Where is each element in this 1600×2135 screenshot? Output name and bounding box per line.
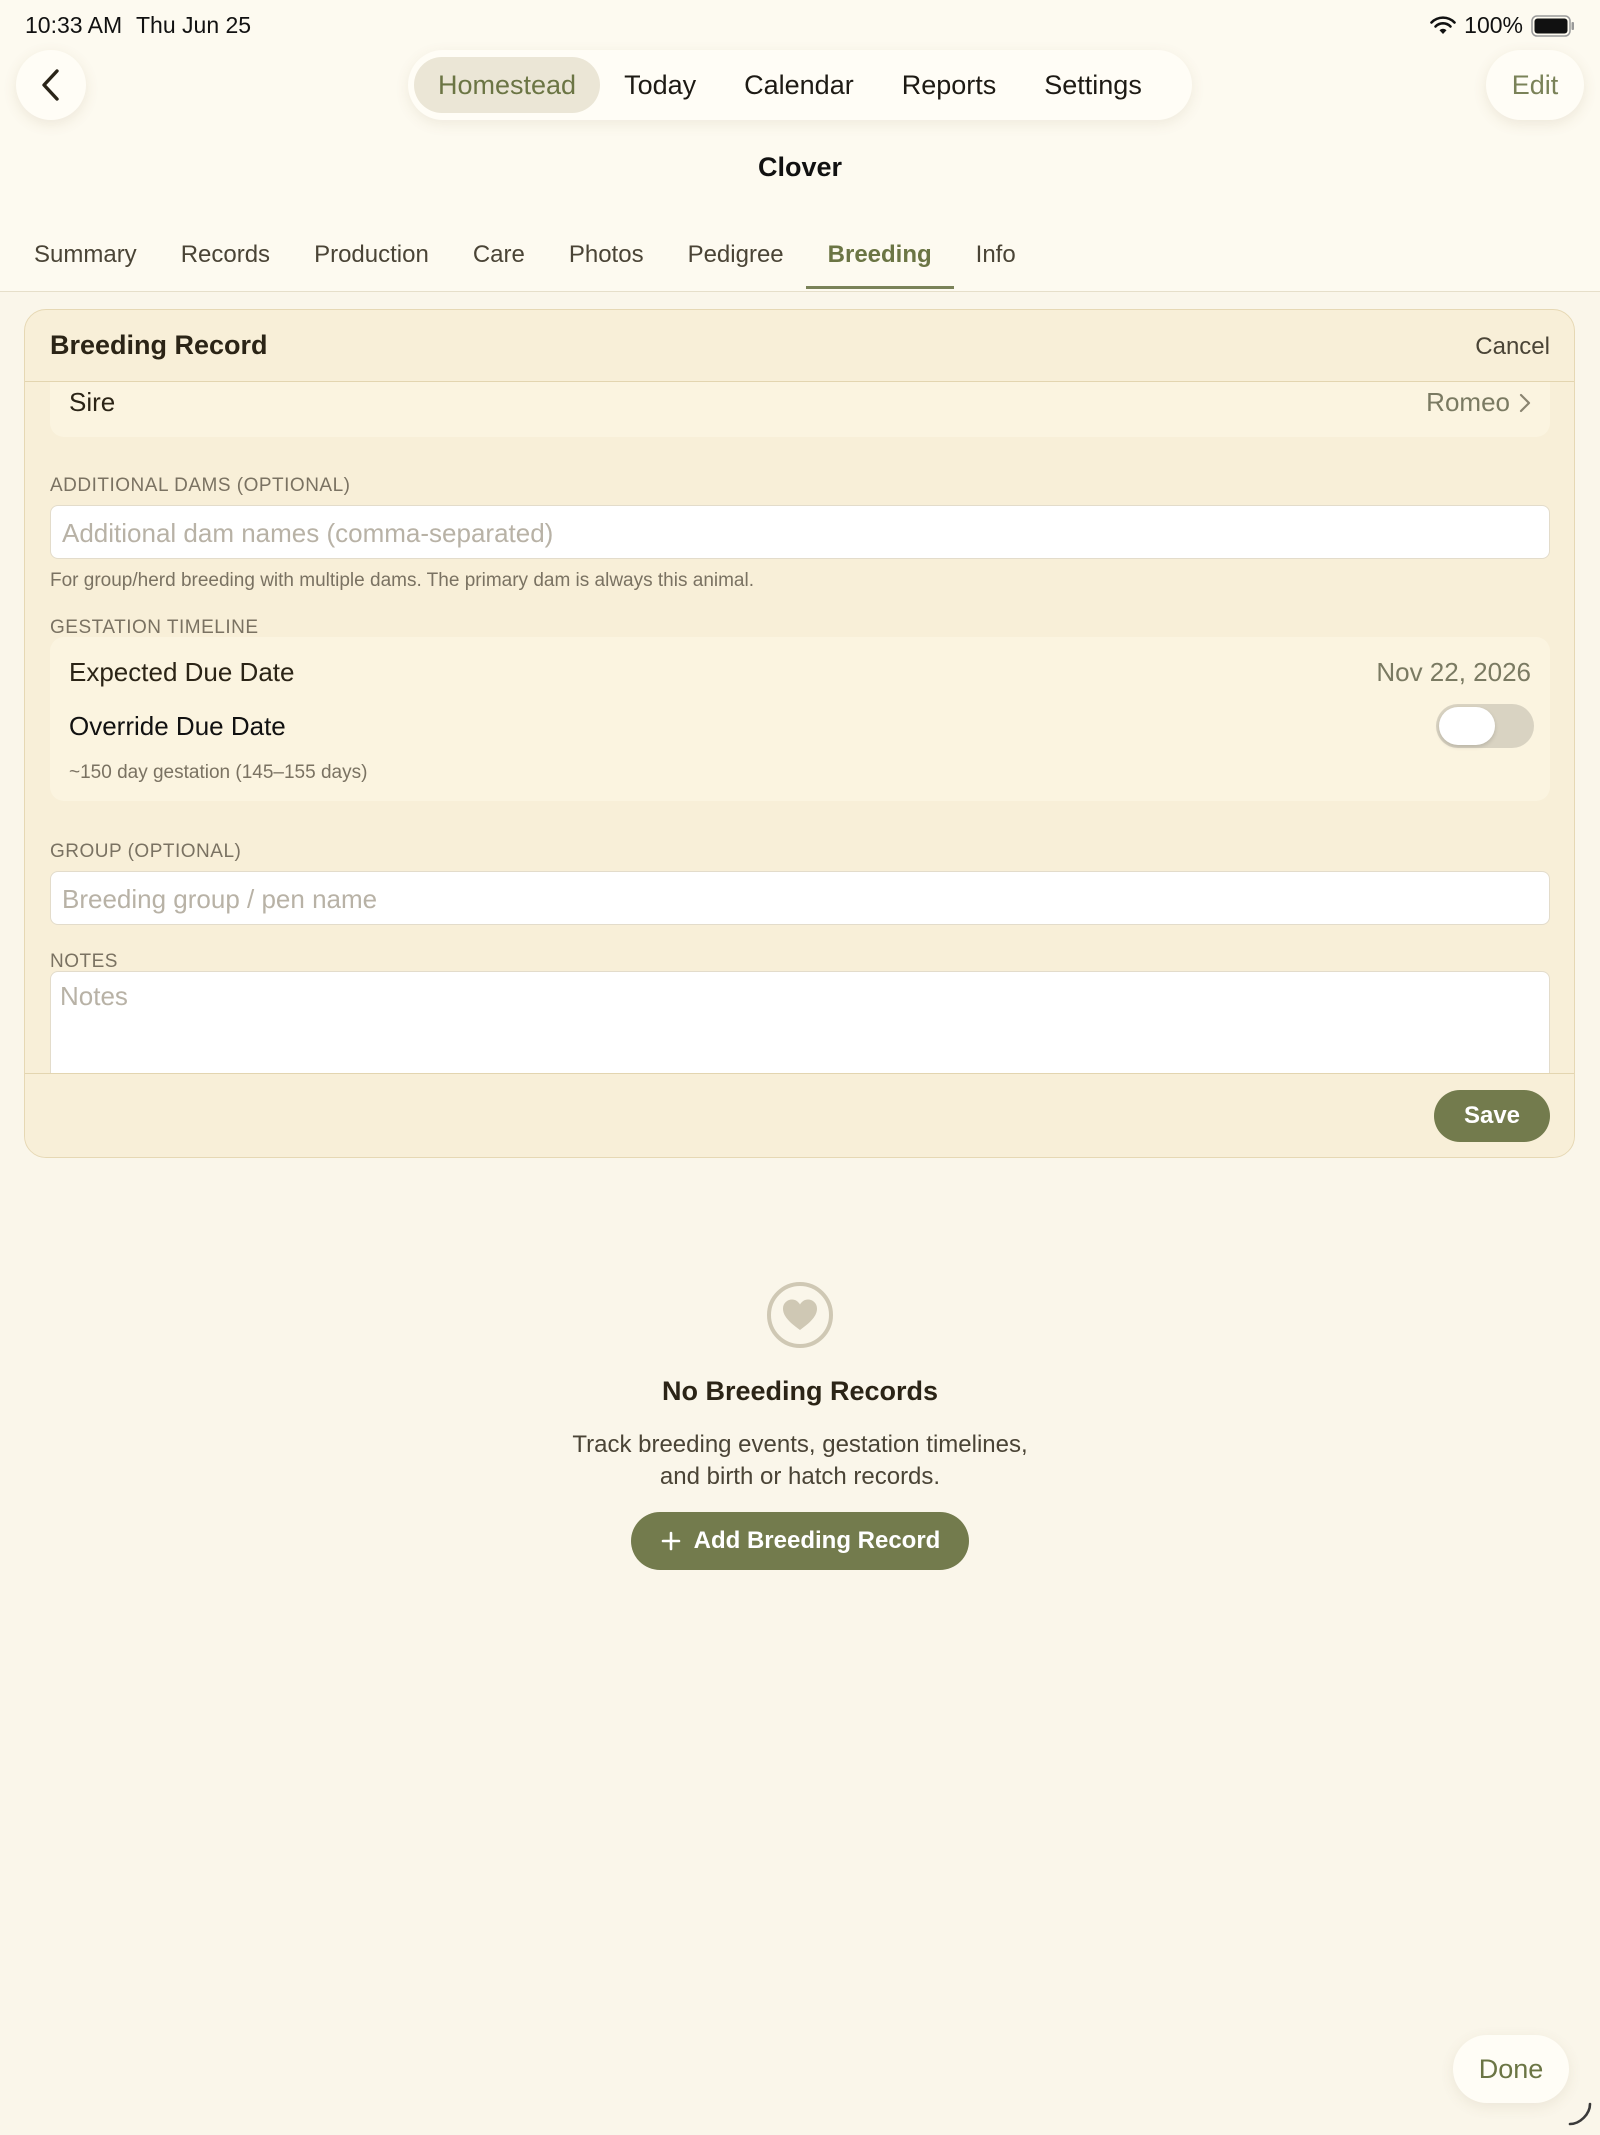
cancel-button[interactable]: Cancel — [1475, 333, 1550, 361]
chevron-left-icon — [42, 69, 59, 101]
edit-button[interactable]: Edit — [1486, 50, 1584, 120]
tab-care[interactable]: Care — [451, 236, 547, 292]
segment-homestead[interactable]: Homestead — [414, 57, 601, 113]
battery-percent: 100% — [1464, 12, 1523, 38]
additional-dams-helper: For group/herd breeding with multiple da… — [50, 570, 755, 591]
tab-pedigree[interactable]: Pedigree — [666, 236, 806, 292]
tab-photos[interactable]: Photos — [547, 236, 666, 292]
tab-production[interactable]: Production — [292, 236, 451, 292]
tab-summary[interactable]: Summary — [12, 236, 159, 292]
empty-state-desc-line1: Track breeding events, gestation timelin… — [572, 1431, 1028, 1458]
sire-row[interactable]: Sire Romeo — [50, 382, 1550, 437]
resize-handle-icon[interactable] — [1566, 2100, 1594, 2128]
toggle-knob — [1439, 707, 1495, 745]
empty-state-description: Track breeding events, gestation timelin… — [0, 1429, 1600, 1493]
tab-breeding[interactable]: Breeding — [805, 236, 954, 292]
segment-calendar[interactable]: Calendar — [720, 57, 878, 113]
gestation-helper: ~150 day gestation (145–155 days) — [69, 762, 368, 783]
empty-state-desc-line2: and birth or hatch records. — [659, 1463, 941, 1490]
gestation-timeline-label: GESTATION TIMELINE — [50, 617, 259, 638]
add-breeding-record-button[interactable]: Add Breeding Record — [631, 1512, 969, 1570]
card-title: Breeding Record — [50, 330, 268, 360]
wifi-icon — [1430, 15, 1456, 34]
segment-settings[interactable]: Settings — [1020, 57, 1166, 113]
card-header: Breeding Record Cancel — [25, 310, 1574, 382]
status-indicators: 100% — [1430, 12, 1575, 39]
gestation-timeline-box: Expected Due Date Nov 22, 2026 Override … — [50, 637, 1550, 801]
tab-records[interactable]: Records — [159, 236, 292, 292]
notes-textarea[interactable]: Notes — [50, 971, 1550, 1073]
save-button[interactable]: Save — [1434, 1090, 1550, 1142]
override-due-toggle[interactable] — [1436, 704, 1534, 748]
app-page: 10:33 AM Thu Jun 25 100% Homestead Today… — [0, 0, 1600, 2135]
empty-state-title: No Breeding Records — [661, 1376, 939, 1406]
plus-icon — [661, 1531, 680, 1551]
status-date: Thu Jun 25 — [136, 12, 252, 38]
group-label: GROUP (OPTIONAL) — [50, 841, 242, 862]
heart-icon — [767, 1282, 833, 1348]
sire-label: Sire — [69, 387, 116, 417]
add-breeding-record-label: Add Breeding Record — [693, 1527, 941, 1554]
main-segmented-control: Homestead Today Calendar Reports Setting… — [408, 50, 1192, 120]
breeding-record-card: Breeding Record Cancel Sire Romeo ADDITI… — [24, 309, 1575, 1158]
done-button[interactable]: Done — [1453, 2035, 1569, 2103]
card-body-scroll[interactable]: Sire Romeo ADDITIONAL DAMS (OPTIONAL) Ad… — [25, 382, 1574, 1073]
expected-due-label: Expected Due Date — [69, 657, 295, 687]
battery-icon — [1531, 14, 1574, 37]
page-title: Clover — [757, 152, 843, 182]
sire-value: Romeo — [1426, 387, 1510, 417]
tab-info[interactable]: Info — [954, 236, 1038, 292]
animal-tabs: Summary Records Production Care Photos P… — [12, 236, 1038, 292]
expected-due-value: Nov 22, 2026 — [1376, 657, 1531, 687]
segment-today[interactable]: Today — [600, 57, 720, 113]
additional-dams-label: ADDITIONAL DAMS (OPTIONAL) — [50, 475, 351, 496]
chevron-right-icon — [1519, 393, 1531, 413]
card-footer: Save — [25, 1073, 1574, 1157]
group-input[interactable]: Breeding group / pen name — [50, 871, 1550, 925]
back-button[interactable] — [16, 50, 86, 120]
status-time: 10:33 AM — [25, 12, 123, 38]
additional-dams-input[interactable]: Additional dam names (comma-separated) — [50, 505, 1550, 559]
segment-reports[interactable]: Reports — [878, 57, 1021, 113]
override-due-label: Override Due Date — [69, 711, 286, 741]
status-bar: 10:33 AM Thu Jun 25 100% — [0, 0, 1600, 50]
notes-label: NOTES — [50, 951, 118, 972]
